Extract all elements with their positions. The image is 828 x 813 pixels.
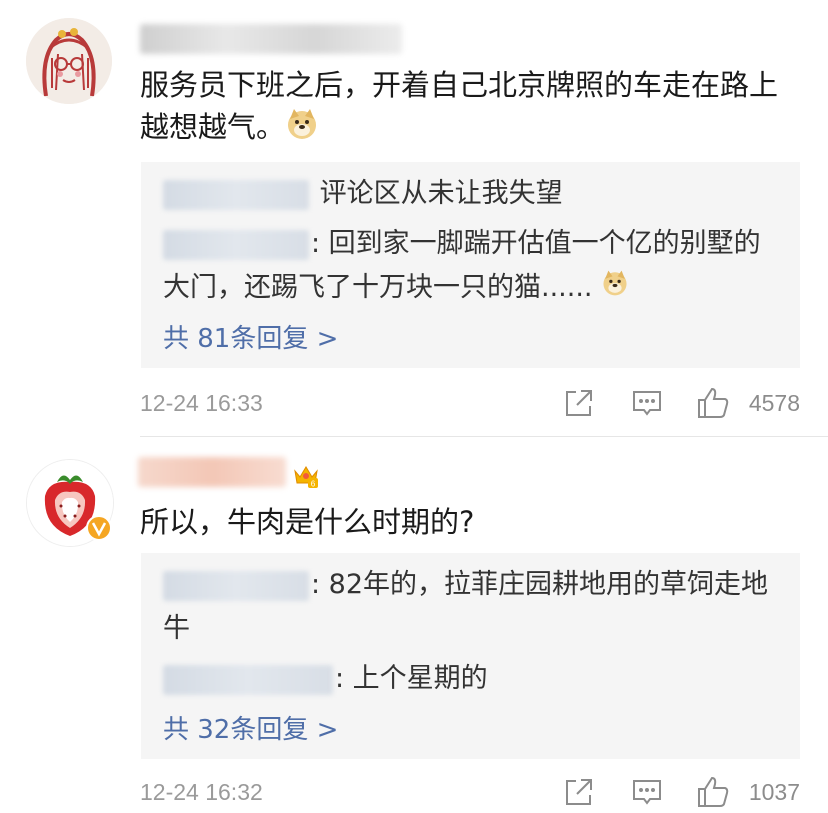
reply-username-blurred[interactable]	[163, 229, 309, 260]
share-icon[interactable]	[562, 386, 596, 420]
comment-2: 6 所以，牛肉是什么时期的? : 82年的，拉菲庄园耕地用的草饲走地牛 : 上个…	[0, 437, 828, 809]
reply-item[interactable]: 评论区从未让我失望	[163, 172, 783, 216]
comment-text: 所以，牛肉是什么时期的?	[140, 501, 800, 543]
like-count: 4578	[748, 390, 800, 416]
reply-item[interactable]: : 82年的，拉菲庄园耕地用的草饲走地牛	[163, 563, 783, 651]
comment-meta: 12-24 16:32 1037	[140, 773, 800, 813]
comment-icon[interactable]	[630, 386, 664, 420]
reply-text: 评论区从未让我失望	[319, 178, 563, 209]
username-blurred[interactable]	[140, 24, 402, 54]
avatar-drawing-icon	[26, 18, 112, 104]
comment-time: 12-24 16:32	[140, 779, 263, 805]
username-blurred[interactable]	[138, 457, 286, 487]
thumbs-up-icon[interactable]	[696, 386, 730, 420]
comment-text-body: 所以，牛肉是什么时期的?	[140, 505, 475, 539]
like-count: 1037	[748, 779, 800, 805]
comment-1: 服务员下班之后，开着自己北京牌照的车走在路上越想越气。 评论区从未让我失望 : …	[0, 0, 828, 436]
thumbs-up-icon[interactable]	[696, 775, 730, 809]
reply-item[interactable]: : 上个星期的	[163, 657, 783, 701]
reply-username-blurred[interactable]	[163, 570, 309, 601]
comment-text: 服务员下班之后，开着自己北京牌照的车走在路上越想越气。	[140, 64, 800, 152]
reply-username-blurred[interactable]	[163, 179, 309, 210]
comment-time: 12-24 16:33	[140, 390, 263, 416]
member-crown-icon: 6	[292, 461, 320, 489]
member-level: 6	[311, 480, 316, 489]
comment-text-body: 服务员下班之后，开着自己北京牌照的车走在路上越想越气。	[140, 68, 779, 144]
avatar[interactable]	[26, 18, 112, 104]
reply-text: : 上个星期的	[335, 663, 488, 694]
reply-item[interactable]: : 回到家一脚踹开估值一个亿的别墅的大门，还踢飞了十万块一只的猫......	[163, 222, 783, 311]
reply-box[interactable]: 评论区从未让我失望 : 回到家一脚踹开估值一个亿的别墅的大门，还踢飞了十万块一只…	[141, 162, 800, 368]
comment-icon[interactable]	[630, 775, 664, 809]
verified-badge-icon	[86, 515, 112, 541]
doge-emoji	[601, 267, 629, 311]
reply-username-blurred[interactable]	[163, 664, 333, 695]
share-icon[interactable]	[562, 775, 596, 809]
doge-emoji	[285, 107, 319, 152]
comment-meta: 12-24 16:33 4578	[140, 384, 800, 424]
reply-box[interactable]: : 82年的，拉菲庄园耕地用的草饲走地牛 : 上个星期的 共 32条回复 >	[141, 553, 800, 759]
more-replies-link[interactable]: 共 32条回复 >	[163, 709, 338, 746]
more-replies-link[interactable]: 共 81条回复 >	[163, 318, 338, 355]
